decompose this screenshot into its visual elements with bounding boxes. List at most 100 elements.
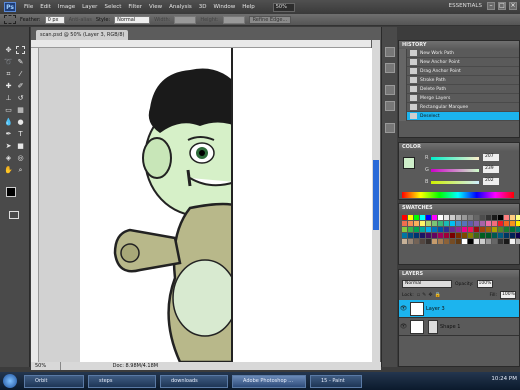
blur-tool-icon[interactable]: 💧 [3,117,14,127]
3d-rotate-icon[interactable]: ◈ [3,153,14,163]
menu-3d[interactable]: 3D [199,4,207,10]
color-swatch[interactable] [498,233,503,238]
color-swatch[interactable] [480,233,485,238]
color-swatch[interactable] [480,221,485,226]
color-swatch[interactable] [444,221,449,226]
color-swatch[interactable] [420,221,425,226]
color-swatch[interactable] [444,227,449,232]
color-swatch[interactable] [504,233,509,238]
move-tool-icon[interactable]: ✥ [3,45,14,55]
color-swatch[interactable] [486,221,491,226]
color-swatch[interactable] [414,233,419,238]
color-swatch[interactable] [504,239,509,244]
taskbar-item-active[interactable]: Adobe Photoshop ... [232,374,306,388]
marquee-tool-preset-icon[interactable] [4,15,16,24]
healing-brush-icon[interactable]: ✚ [3,81,14,91]
menu-layer[interactable]: Layer [82,4,97,10]
color-swatch[interactable] [408,227,413,232]
color-swatch[interactable] [456,227,461,232]
color-swatch[interactable] [438,227,443,232]
color-swatch[interactable] [480,215,485,220]
visibility-eye-icon[interactable]: 👁 [399,305,408,312]
close-button[interactable]: × [509,2,517,10]
color-swatch[interactable] [432,221,437,226]
crop-tool-icon[interactable]: ⌗ [3,69,14,79]
color-swatch[interactable] [498,215,503,220]
hand-tool-icon[interactable]: ✋ [3,165,14,175]
menu-analysis[interactable]: Analysis [169,4,192,10]
menu-window[interactable]: Window [214,4,236,10]
red-value[interactable]: 207 [483,154,499,161]
color-swatch[interactable] [444,215,449,220]
color-swatch[interactable] [510,221,515,226]
color-swatch[interactable] [420,233,425,238]
taskbar-item[interactable]: Orbit [24,374,84,388]
color-swatch[interactable] [450,215,455,220]
menu-filter[interactable]: Filter [128,4,142,10]
lock-icons[interactable]: ▫✎✥🔒 [417,292,443,298]
color-swatch[interactable] [474,215,479,220]
brushes-panel-icon[interactable] [385,85,395,95]
info-panel-icon[interactable] [385,63,395,73]
width-input[interactable] [174,15,197,24]
color-swatch[interactable] [468,221,473,226]
color-swatch[interactable] [444,239,449,244]
color-swatch[interactable] [426,215,431,220]
color-swatch[interactable] [498,221,503,226]
color-swatch[interactable] [462,215,467,220]
color-swatch[interactable] [420,239,425,244]
color-swatch[interactable] [408,215,413,220]
color-swatch[interactable] [492,227,497,232]
menu-select[interactable]: Select [104,4,121,10]
taskbar-item[interactable]: downloads [160,374,228,388]
color-swatch[interactable] [462,221,467,226]
color-swatch[interactable] [438,233,443,238]
color-swatch[interactable] [426,239,431,244]
color-foreground-swatch[interactable] [403,157,415,169]
color-swatch[interactable] [408,239,413,244]
history-item[interactable]: New Anchor Point [399,57,519,67]
color-swatch[interactable] [408,233,413,238]
color-swatch[interactable] [468,215,473,220]
taskbar-item[interactable]: 15 - Paint [310,374,362,388]
color-swatch[interactable] [516,221,520,226]
blue-value[interactable]: 202 [483,178,499,185]
menu-help[interactable]: Help [242,4,255,10]
color-swatch[interactable] [420,215,425,220]
color-swatch[interactable] [516,233,520,238]
color-swatch[interactable] [468,233,473,238]
minimize-button[interactable]: – [487,2,495,10]
color-swatch[interactable] [402,221,407,226]
eyedropper-tool-icon[interactable]: ⁄ [15,69,26,79]
status-zoom[interactable]: 50% [31,362,61,370]
color-swatch[interactable] [492,215,497,220]
color-swatch[interactable] [426,233,431,238]
color-swatch[interactable] [468,227,473,232]
color-swatch[interactable] [486,215,491,220]
history-item[interactable]: Delete Path [399,84,519,94]
color-swatch[interactable] [426,227,431,232]
color-swatch[interactable] [474,227,479,232]
color-swatch[interactable] [492,233,497,238]
color-swatch[interactable] [402,227,407,232]
color-swatch[interactable] [450,239,455,244]
color-swatch[interactable] [498,239,503,244]
lasso-tool-icon[interactable]: ➰ [3,57,14,67]
color-swatch[interactable] [450,227,455,232]
color-swatch[interactable] [498,227,503,232]
height-input[interactable] [222,15,245,24]
color-swatch[interactable] [516,215,520,220]
document-tab[interactable]: scan.psd @ 50% (Layer 3, RGB/8) * [36,30,128,48]
history-item[interactable]: New Work Path [399,48,519,58]
color-swatch[interactable] [438,221,443,226]
color-swatch[interactable] [474,233,479,238]
pen-tool-icon[interactable]: ✒ [3,129,14,139]
color-swatch[interactable] [426,221,431,226]
color-swatch[interactable] [408,221,413,226]
path-selection-icon[interactable]: ➤ [3,141,14,151]
taskbar-item[interactable]: steps [88,374,156,388]
feather-input[interactable]: 0 px [44,15,65,24]
quick-select-tool-icon[interactable]: ✎ [15,57,26,67]
color-swatch[interactable] [486,233,491,238]
color-swatch[interactable] [462,233,467,238]
